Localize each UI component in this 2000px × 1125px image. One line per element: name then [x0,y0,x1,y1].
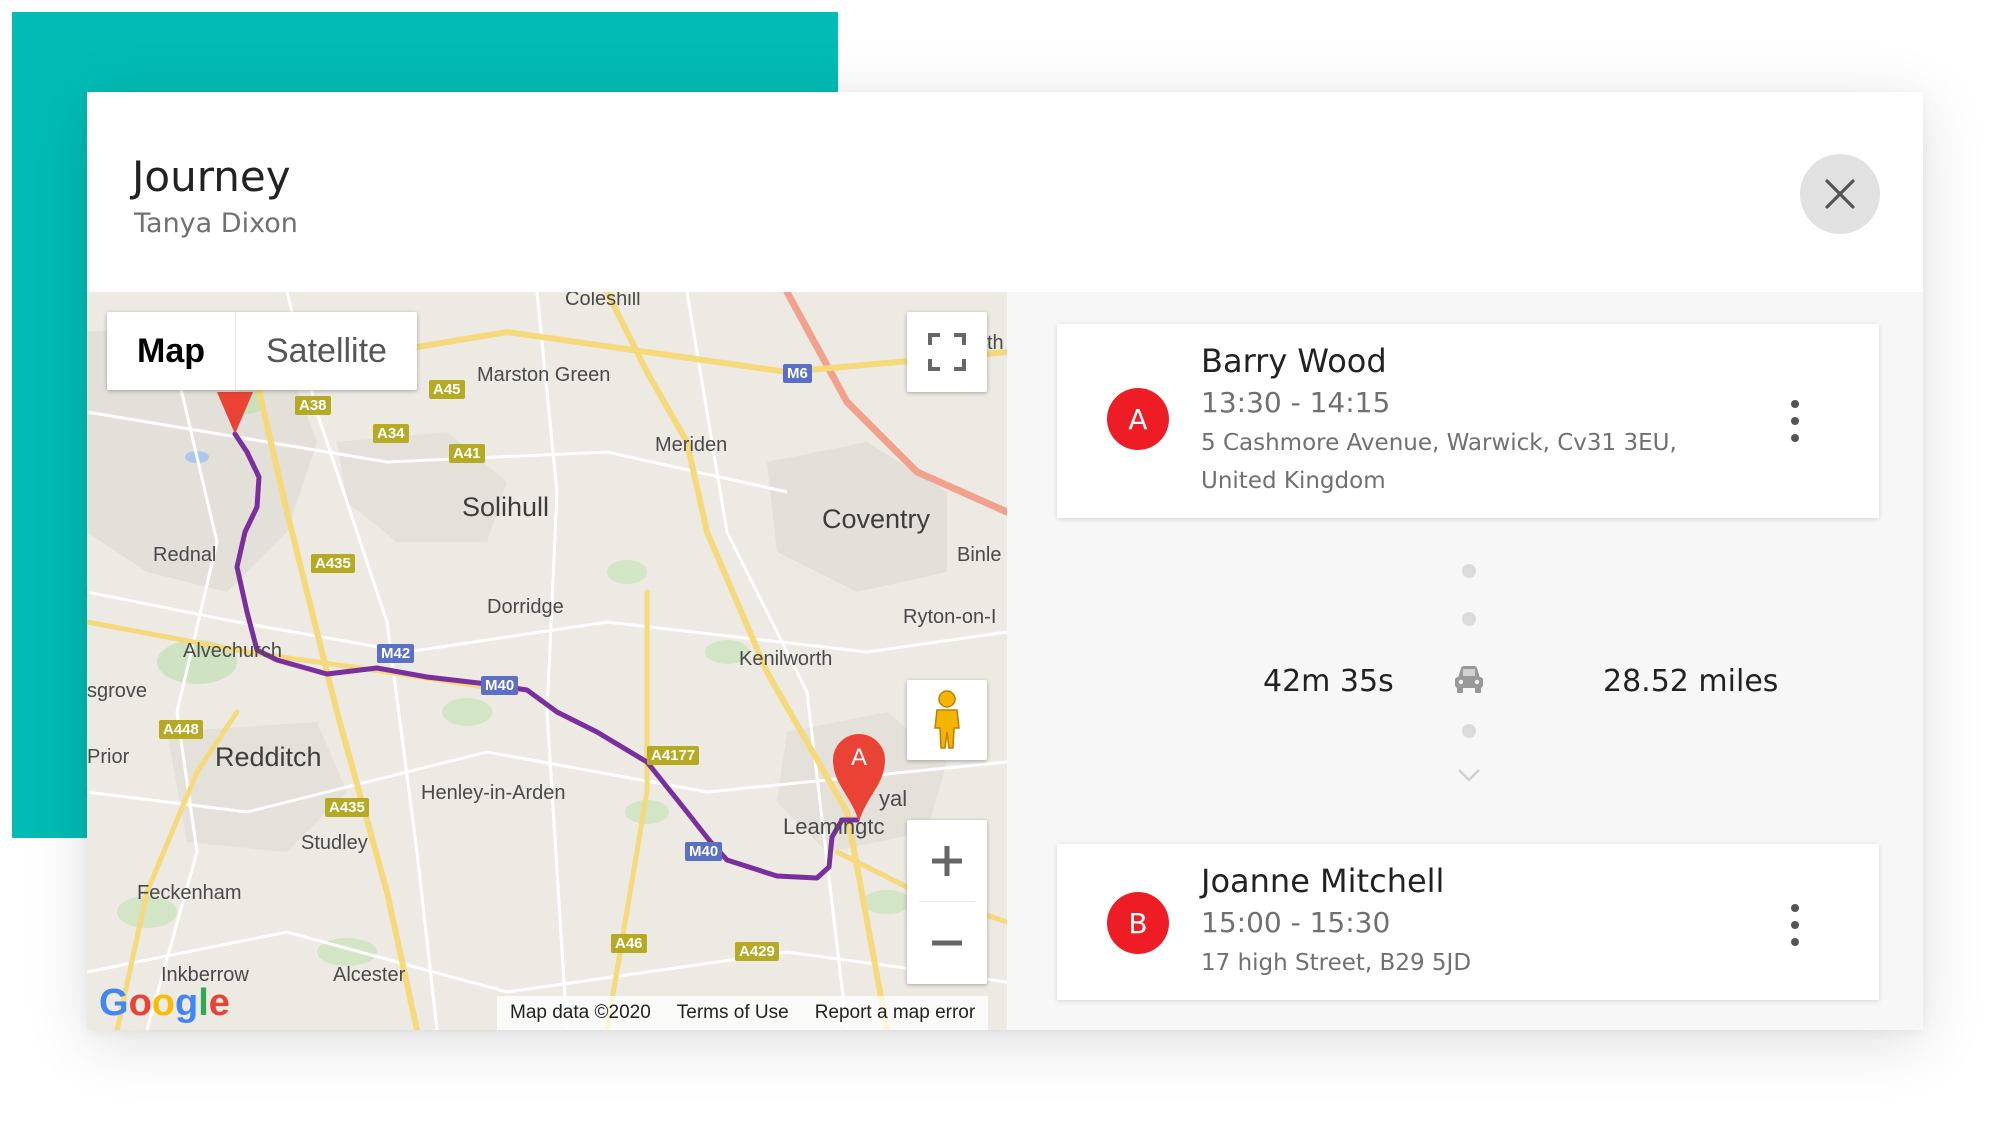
stop-time-window: 13:30 - 14:15 [1201,386,1391,419]
journey-modal: Journey Tanya Dixon A Coleshill th Marst… [87,92,1923,1030]
map-attribution: Map data ©2020 Terms of Use Report a map… [497,996,989,1030]
map-town-label: Ryton-on-I [903,606,997,628]
road-shield: M42 [377,644,415,663]
close-button[interactable] [1800,154,1880,234]
stop-address: 5 Cashmore Avenue, Warwick, Cv31 3EU, Un… [1201,430,1677,494]
road-shield: M40 [685,842,723,861]
connector-dot [1462,612,1476,626]
road-shield: A41 [449,444,485,463]
stop-card-b[interactable]: B Joanne Mitchell 15:00 - 15:30 17 high … [1057,844,1879,1000]
map-type-satellite-button[interactable]: Satellite [236,312,417,390]
report-map-error-link[interactable]: Report a map error [802,1002,989,1024]
map-marker-a-label: A [850,744,867,771]
map-town-label: Dorridge [487,596,564,618]
zoom-out-button[interactable] [907,902,987,983]
stops-panel: A Barry Wood 13:30 - 14:15 5 Cashmore Av… [1007,292,1923,1030]
map-town-label: Coventry [822,504,931,534]
road-shield: A38 [295,396,331,415]
road-shield: A34 [373,424,409,443]
zoom-in-button[interactable] [907,820,987,901]
stop-contact-name: Joanne Mitchell [1201,862,1445,900]
map-type-map-button[interactable]: Map [107,312,235,390]
map-town-label: Binle [957,544,1002,566]
leg-duration: 42m 35s [1263,664,1394,699]
map-town-label: Marston Green [477,364,611,386]
stop-badge-a: A [1107,388,1169,450]
road-shield: A46 [611,934,647,953]
stop-menu-button[interactable] [1783,900,1807,950]
map-town-label: Prior [87,746,130,768]
road-shield: A448 [159,720,203,739]
map-town-label: Rednal [153,544,217,566]
map-type-control: Map Satellite [107,312,417,390]
pegman-icon [934,690,960,749]
road-shield: A435 [311,554,355,573]
road-shield: A45 [429,380,465,399]
stop-contact-name: Barry Wood [1201,342,1387,380]
terms-of-use-link[interactable]: Terms of Use [664,1002,802,1024]
road-shield: M6 [783,364,812,383]
map-town-label: th [987,332,1004,354]
page-subtitle: Tanya Dixon [134,208,298,239]
zoom-control [907,820,987,984]
leg-distance: 28.52 miles [1603,664,1779,699]
plus-icon [932,845,962,876]
more-vertical-icon [1791,400,1799,408]
road-shield: A435 [325,798,369,817]
map-town-label: Meriden [655,434,728,456]
stop-menu-button[interactable] [1783,396,1807,446]
fullscreen-button[interactable] [907,312,987,392]
map-town-label: Leamingtc [783,814,885,839]
fullscreen-icon [928,333,966,371]
modal-header: Journey Tanya Dixon [87,92,1923,292]
more-vertical-icon-dot [1791,417,1799,425]
close-icon [1825,179,1855,209]
google-logo: Google [99,982,230,1024]
map-town-label: Alvechurch [183,640,282,662]
stop-time-window: 15:00 - 15:30 [1201,906,1391,939]
connector-dot [1462,564,1476,578]
minus-icon [932,940,962,945]
map-town-label: Studley [301,832,368,854]
map-town-label: Feckenham [137,882,242,904]
map-town-label: Kenilworth [739,648,833,670]
map-town-label: Alcester [333,964,406,986]
car-icon [1455,666,1483,693]
map-town-label: sgrove [87,680,148,702]
route-map[interactable]: A Coleshill th Marston Green Meriden Sol… [87,292,1007,1030]
more-vertical-icon [1791,904,1799,912]
page-title: Journey [132,152,291,201]
map-data-text: Map data ©2020 [510,1002,651,1023]
map-town-label: yal [879,786,908,811]
road-shield: A4177 [647,746,700,765]
street-view-button[interactable] [907,680,987,760]
stop-card-a[interactable]: A Barry Wood 13:30 - 14:15 5 Cashmore Av… [1057,324,1879,518]
map-town-label: Redditch [215,742,322,772]
stop-address: 17 high Street, B29 5JD [1201,950,1472,976]
more-vertical-icon-dot [1791,921,1799,929]
more-vertical-icon-dot [1791,434,1799,442]
map-town-label: Coleshill [565,292,641,310]
more-vertical-icon-dot [1791,938,1799,946]
map-town-label: Henley-in-Arden [421,782,566,804]
road-shield: A429 [735,942,779,961]
chevron-down-icon [1458,769,1480,782]
map-town-label: Solihull [462,492,550,522]
stop-badge-b: B [1107,892,1169,954]
connector-dot [1462,724,1476,738]
road-shield: M40 [481,676,519,695]
